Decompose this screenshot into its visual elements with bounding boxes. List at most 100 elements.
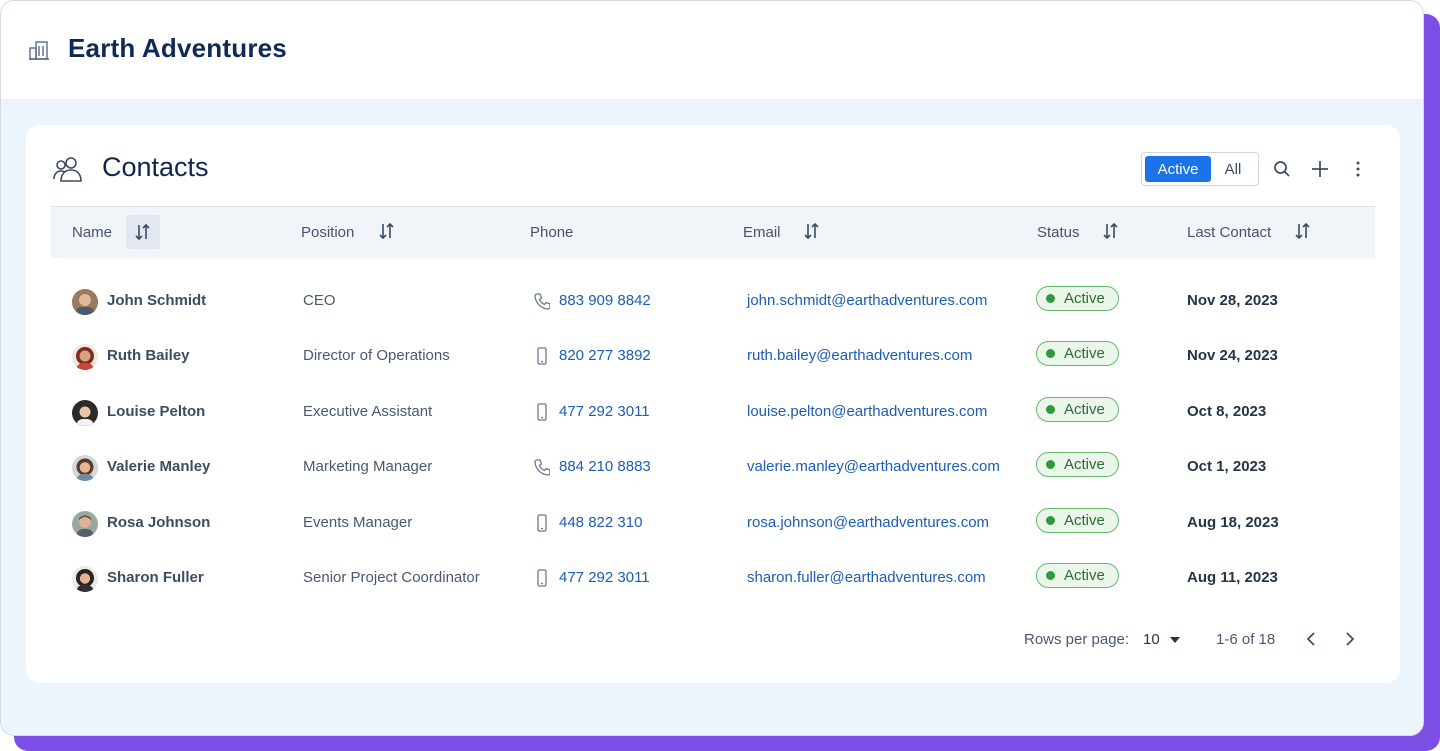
add-contact-button[interactable]	[1308, 157, 1332, 181]
card-title: Contacts	[102, 152, 209, 182]
status-label: Active	[1064, 401, 1105, 418]
rows-per-page-value: 10	[1143, 631, 1160, 648]
column-header-email[interactable]: Email	[743, 224, 781, 241]
contact-position: Executive Assistant	[303, 403, 433, 420]
status-badge: Active	[1036, 397, 1119, 422]
table-row[interactable]: John Schmidt CEO 883 909 8842 john.schmi…	[51, 274, 1375, 329]
status-filter-toggle: Active All	[1141, 152, 1259, 186]
contact-email[interactable]: john.schmidt@earthadventures.com	[747, 292, 987, 309]
status-label: Active	[1064, 345, 1105, 362]
filter-all-option[interactable]: All	[1211, 156, 1255, 182]
search-button[interactable]	[1270, 157, 1294, 181]
search-icon	[1274, 161, 1290, 177]
plus-icon	[1312, 161, 1328, 177]
rows-per-page-label: Rows per page:	[1024, 631, 1130, 648]
table-row[interactable]: Sharon Fuller Senior Project Coordinator…	[51, 551, 1375, 606]
contact-name[interactable]: Rosa Johnson	[107, 514, 210, 531]
column-header-status[interactable]: Status	[1037, 224, 1080, 241]
status-badge: Active	[1036, 341, 1119, 366]
phone-icon	[534, 293, 550, 310]
contacts-icon	[53, 157, 82, 182]
column-header-position[interactable]: Position	[301, 224, 354, 241]
status-dot	[1046, 516, 1055, 525]
table-row[interactable]: Valerie Manley Marketing Manager 884 210…	[51, 440, 1375, 495]
column-header-name[interactable]: Name	[72, 224, 112, 241]
card-header: Contacts Active All	[26, 125, 1400, 207]
app-title: Earth Adventures	[68, 33, 287, 63]
status-dot	[1046, 349, 1055, 358]
last-contact-date: Nov 28, 2023	[1187, 292, 1278, 309]
status-label: Active	[1064, 567, 1105, 584]
contact-phone[interactable]: 884 210 8883	[559, 458, 651, 475]
sort-arrows-icon[interactable]	[802, 221, 822, 241]
column-header-last-contact[interactable]: Last Contact	[1187, 224, 1271, 241]
chevron-left-icon[interactable]	[1300, 628, 1322, 650]
status-dot	[1046, 571, 1055, 580]
mobile-icon	[537, 403, 547, 421]
pagination-range: 1-6 of 18	[1216, 631, 1276, 648]
sort-name-button[interactable]	[126, 215, 160, 249]
more-options-button[interactable]	[1346, 157, 1370, 181]
phone-icon	[534, 459, 550, 476]
status-dot	[1046, 460, 1055, 469]
rows-per-page-select[interactable]: 10	[1143, 631, 1180, 648]
caret-down-icon	[1169, 637, 1180, 644]
avatar	[72, 400, 98, 426]
table-row[interactable]: Ruth Bailey Director of Operations 820 2…	[51, 329, 1375, 384]
table-row[interactable]: Rosa Johnson Events Manager 448 822 310 …	[51, 496, 1375, 551]
table-header: Name Position Phone Email Status Last Co…	[51, 206, 1375, 258]
building-icon	[29, 41, 49, 60]
status-label: Active	[1064, 290, 1105, 307]
contact-name[interactable]: Louise Pelton	[107, 403, 205, 420]
filter-active-option[interactable]: Active	[1145, 156, 1211, 182]
status-label: Active	[1064, 456, 1105, 473]
avatar	[72, 344, 98, 370]
chevron-right-icon[interactable]	[1339, 628, 1361, 650]
mobile-icon	[537, 569, 547, 587]
contact-position: CEO	[303, 292, 336, 309]
avatar	[72, 289, 98, 315]
contact-name[interactable]: Sharon Fuller	[107, 569, 204, 586]
last-contact-date: Aug 11, 2023	[1187, 569, 1278, 586]
sort-arrows-icon	[135, 223, 150, 241]
status-badge: Active	[1036, 286, 1119, 311]
mobile-icon	[537, 514, 547, 532]
contact-phone[interactable]: 477 292 3011	[559, 403, 650, 420]
mobile-icon	[537, 347, 547, 365]
contact-phone[interactable]: 820 277 3892	[559, 347, 651, 364]
contact-phone[interactable]: 883 909 8842	[559, 292, 651, 309]
column-header-phone: Phone	[530, 224, 574, 241]
app-header: Earth Adventures	[1, 1, 1423, 99]
contact-name[interactable]: John Schmidt	[107, 292, 206, 309]
contact-email[interactable]: ruth.bailey@earthadventures.com	[747, 347, 972, 364]
status-badge: Active	[1036, 563, 1119, 588]
contact-position: Director of Operations	[303, 347, 450, 364]
contact-position: Senior Project Coordinator	[303, 569, 480, 586]
contact-email[interactable]: rosa.johnson@earthadventures.com	[747, 514, 989, 531]
status-label: Active	[1064, 512, 1105, 529]
contact-position: Marketing Manager	[303, 458, 433, 475]
contact-phone[interactable]: 477 292 3011	[559, 569, 650, 586]
last-contact-date: Oct 8, 2023	[1187, 403, 1267, 420]
contact-position: Events Manager	[303, 514, 413, 531]
status-dot	[1046, 294, 1055, 303]
contact-name[interactable]: Valerie Manley	[107, 458, 210, 475]
sort-arrows-icon[interactable]	[377, 221, 397, 241]
contact-email[interactable]: louise.pelton@earthadventures.com	[747, 403, 987, 420]
contacts-card: Contacts Active All Name Position Phone …	[26, 125, 1400, 683]
last-contact-date: Oct 1, 2023	[1187, 458, 1267, 475]
status-badge: Active	[1036, 452, 1119, 477]
avatar	[72, 566, 98, 592]
app-window: Earth Adventures Contacts Active All Nam…	[0, 0, 1424, 736]
contact-email[interactable]: valerie.manley@earthadventures.com	[747, 458, 1000, 475]
table-row[interactable]: Louise Pelton Executive Assistant 477 29…	[51, 385, 1375, 440]
contact-name[interactable]: Ruth Bailey	[107, 347, 190, 364]
avatar	[72, 511, 98, 537]
sort-arrows-icon[interactable]	[1293, 221, 1313, 241]
status-dot	[1046, 405, 1055, 414]
last-contact-date: Nov 24, 2023	[1187, 347, 1278, 364]
avatar	[72, 455, 98, 481]
contact-email[interactable]: sharon.fuller@earthadventures.com	[747, 569, 986, 586]
contact-phone[interactable]: 448 822 310	[559, 514, 642, 531]
sort-arrows-icon[interactable]	[1101, 221, 1121, 241]
